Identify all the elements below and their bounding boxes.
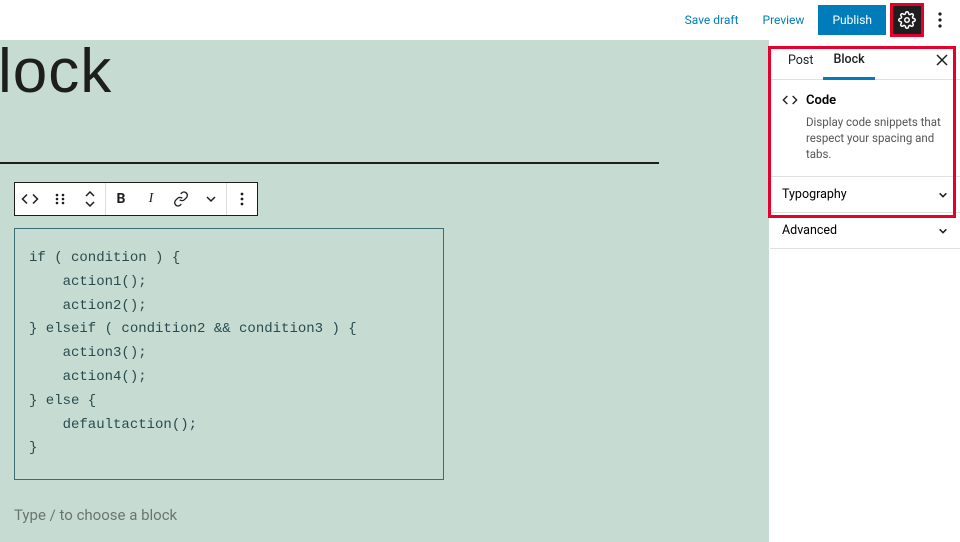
block-type-button[interactable] (15, 183, 45, 215)
code-block[interactable]: if ( condition ) { action1(); action2();… (14, 228, 444, 480)
panel-typography[interactable]: Typography (770, 177, 960, 213)
chevron-down-icon (205, 193, 217, 205)
editor-canvas: lock B I (0, 40, 770, 542)
italic-button[interactable]: I (136, 183, 166, 215)
block-type-name: Code (806, 93, 836, 108)
settings-sidebar: Post Block Code Display code snippets th… (770, 40, 960, 542)
tab-block[interactable]: Block (823, 40, 874, 80)
settings-button-highlight (890, 3, 924, 37)
code-icon (782, 92, 798, 108)
block-toolbar: B I (14, 182, 258, 216)
close-sidebar-button[interactable] (932, 50, 952, 70)
move-updown-button[interactable] (75, 183, 105, 215)
drag-handle[interactable] (45, 183, 75, 215)
post-title[interactable]: lock (0, 40, 112, 107)
block-type-description: Display code snippets that respect your … (782, 114, 948, 162)
sidebar-tabs: Post Block (770, 40, 960, 80)
top-toolbar: Save draft Preview Publish (0, 0, 960, 40)
chevron-down-icon (938, 226, 948, 236)
chevron-updown-icon (84, 191, 96, 207)
settings-button[interactable] (893, 6, 921, 34)
kebab-icon (240, 192, 244, 206)
chevron-down-icon (938, 190, 948, 200)
close-icon (936, 54, 948, 66)
panel-advanced[interactable]: Advanced (770, 213, 960, 249)
panel-typography-label: Typography (782, 187, 847, 202)
panel-advanced-label: Advanced (782, 223, 837, 238)
block-info-panel: Code Display code snippets that respect … (770, 80, 960, 177)
code-icon (21, 190, 39, 208)
link-button[interactable] (166, 183, 196, 215)
block-options-button[interactable] (227, 183, 257, 215)
drag-icon (53, 192, 67, 206)
more-options-button[interactable] (928, 12, 952, 28)
link-icon (173, 191, 189, 207)
save-draft-link[interactable]: Save draft (675, 7, 749, 33)
bold-button[interactable]: B (106, 183, 136, 215)
gear-icon (898, 11, 916, 29)
title-separator (0, 162, 659, 164)
preview-link[interactable]: Preview (753, 7, 815, 33)
kebab-icon (938, 12, 942, 28)
block-appender[interactable]: Type / to choose a block (14, 506, 459, 524)
more-rich-text-button[interactable] (196, 183, 226, 215)
tab-post[interactable]: Post (778, 41, 823, 78)
publish-button[interactable]: Publish (818, 5, 886, 35)
